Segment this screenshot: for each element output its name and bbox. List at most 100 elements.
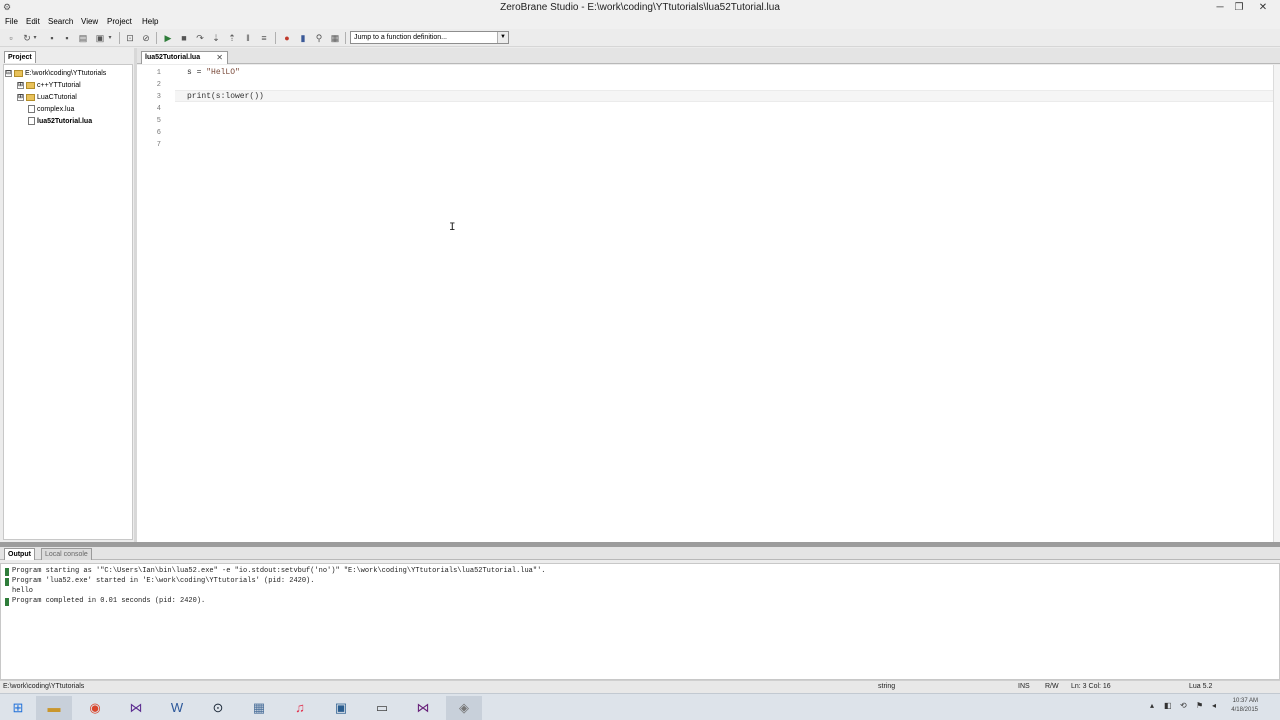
tray-arrow-icon[interactable]: ▴ bbox=[1150, 701, 1154, 710]
tree-item-lua52-tutorial[interactable]: lua52Tutorial.lua bbox=[28, 116, 92, 127]
expand-icon[interactable]: ⊞ bbox=[17, 93, 24, 101]
status-read-write: R/W bbox=[1045, 683, 1059, 690]
tree-item-label: complex.lua bbox=[37, 106, 75, 113]
bookmark-icon[interactable]: ▮ bbox=[297, 32, 309, 44]
menu-edit[interactable]: Edit bbox=[26, 17, 40, 26]
break-icon[interactable]: ‖ bbox=[242, 32, 254, 44]
close-button[interactable]: ✕ bbox=[1251, 0, 1275, 15]
toolbar-separator bbox=[119, 32, 120, 44]
close-icon[interactable]: ✕ bbox=[216, 52, 223, 64]
collapse-icon[interactable]: ⊟ bbox=[5, 69, 12, 77]
output-marker-icon bbox=[5, 598, 9, 606]
folder-icon bbox=[26, 81, 35, 89]
tab-output[interactable]: Output bbox=[4, 548, 35, 560]
restore-button[interactable]: ❐ bbox=[1227, 0, 1251, 15]
tree-item-label: lua52Tutorial.lua bbox=[37, 118, 93, 125]
zerobrane-icon[interactable]: ◈ bbox=[446, 696, 482, 720]
folder-icon bbox=[14, 69, 23, 77]
replace-icon[interactable]: ⊘ bbox=[140, 32, 152, 44]
line-number-gutter: 1 2 3 4 5 6 7 bbox=[137, 65, 175, 542]
visual-studio-2-icon[interactable]: ⋈ bbox=[405, 696, 441, 720]
tree-item-complex-lua[interactable]: complex.lua bbox=[28, 104, 74, 115]
status-interpreter: Lua 5.2 bbox=[1189, 683, 1213, 690]
editor-area: lua52Tutorial.lua ✕ 1 2 3 4 5 6 7 s = "H… bbox=[137, 48, 1280, 542]
chevron-down-icon[interactable]: ▼ bbox=[497, 32, 508, 43]
status-insert-mode: INS bbox=[1018, 683, 1030, 690]
file-icon bbox=[28, 105, 35, 114]
expand-icon[interactable]: ⊞ bbox=[17, 81, 24, 89]
chevron-down-icon[interactable]: ▾ bbox=[31, 32, 39, 44]
chrome-icon[interactable]: ◉ bbox=[77, 696, 113, 720]
system-clock[interactable]: 10:37 AM 4/18/2015 bbox=[1231, 697, 1258, 715]
windows-taskbar: ⊞ ▬ ◉ ⋈ W ⊙ ▦ ♫ ▣ ▭ ⋈ ◈ ▴ ◧ ⟲ ⚑ ◂ 10:37 … bbox=[0, 693, 1280, 720]
chevron-down-icon[interactable]: ▾ bbox=[106, 32, 114, 44]
code-operator: = bbox=[191, 68, 207, 77]
line-number: 3 bbox=[156, 93, 161, 101]
tab-local-console[interactable]: Local console bbox=[41, 548, 92, 560]
bottom-panel: Output Local console Program starting as… bbox=[0, 547, 1280, 680]
output-line: hello bbox=[12, 587, 34, 595]
output-marker-icon bbox=[5, 568, 9, 576]
save-icon[interactable]: ▪ bbox=[46, 32, 58, 44]
current-line-highlight bbox=[175, 90, 1280, 102]
stack-window-icon[interactable]: ▦ bbox=[329, 32, 341, 44]
tray-sync-icon[interactable]: ⟲ bbox=[1180, 701, 1187, 710]
line-number: 1 bbox=[156, 69, 161, 77]
menu-help[interactable]: Help bbox=[142, 17, 158, 26]
function-jump-select[interactable]: Jump to a function definition... ▼ bbox=[350, 31, 509, 44]
editor-scrollbar[interactable] bbox=[1273, 65, 1280, 542]
stack-icon[interactable]: ≡ bbox=[258, 32, 270, 44]
code-line-3: print(s:lower()) bbox=[187, 92, 264, 101]
watch-icon[interactable]: ⚲ bbox=[313, 32, 325, 44]
remote-desktop-icon[interactable]: ▣ bbox=[323, 696, 359, 720]
windows-start-icon[interactable]: ⊞ bbox=[0, 696, 36, 720]
function-jump-placeholder: Jump to a function definition... bbox=[354, 34, 447, 41]
code-editor[interactable]: 1 2 3 4 5 6 7 s = "HelLO" print(s:lower(… bbox=[137, 65, 1280, 542]
menu-view[interactable]: View bbox=[81, 17, 98, 26]
run-icon[interactable]: ▶ bbox=[162, 32, 174, 44]
output-console[interactable]: Program starting as '"C:\Users\Ian\bin\l… bbox=[0, 563, 1280, 680]
tray-flag-icon[interactable]: ⚑ bbox=[1196, 701, 1203, 710]
visual-studio-icon[interactable]: ⋈ bbox=[118, 696, 154, 720]
status-bar: E:\work\coding\YTtutorials string INS R/… bbox=[0, 680, 1280, 693]
clock-date: 4/18/2015 bbox=[1231, 707, 1258, 713]
save-all-icon[interactable]: ▪ bbox=[61, 32, 73, 44]
tab-lua52-tutorial[interactable]: lua52Tutorial.lua ✕ bbox=[141, 51, 228, 64]
code-line-1: s = "HelLO" bbox=[187, 68, 240, 77]
menu-project[interactable]: Project bbox=[107, 17, 132, 26]
tab-project[interactable]: Project bbox=[4, 51, 36, 63]
window-title: ZeroBrane Studio - E:\work\coding\YTtuto… bbox=[500, 2, 780, 13]
tree-item-label: E:\work\coding\YTtutorials bbox=[25, 70, 107, 77]
tray-volume-icon[interactable]: ◂ bbox=[1212, 701, 1216, 710]
text-cursor-icon: I bbox=[449, 222, 456, 234]
editor-tab-label: lua52Tutorial.lua bbox=[145, 54, 201, 61]
output-marker-icon bbox=[5, 578, 9, 586]
project-tree: ⊟ E:\work\coding\YTtutorials ⊞ c++YTTutori… bbox=[3, 64, 133, 540]
status-token-type: string bbox=[878, 683, 896, 690]
step-over-icon[interactable]: ↷ bbox=[194, 32, 206, 44]
find-in-files-icon[interactable]: ⊡ bbox=[124, 32, 136, 44]
tree-item-root[interactable]: ⊟ E:\work\coding\YTtutorials bbox=[5, 68, 106, 79]
itunes-icon[interactable]: ♫ bbox=[282, 696, 318, 720]
toolbar-separator bbox=[275, 32, 276, 44]
menu-file[interactable]: File bbox=[5, 17, 18, 26]
menu-search[interactable]: Search bbox=[48, 17, 73, 26]
tray-network-icon[interactable]: ◧ bbox=[1164, 701, 1172, 710]
step-into-icon[interactable]: ⇣ bbox=[210, 32, 222, 44]
code-string: "HelLO" bbox=[206, 68, 240, 77]
new-file-icon[interactable]: ▫ bbox=[5, 32, 17, 44]
media-app-icon[interactable]: ▭ bbox=[364, 696, 400, 720]
tree-item-cpp-tutorial[interactable]: ⊞ c++YTTutorial bbox=[17, 80, 81, 91]
find-icon[interactable]: ▣ bbox=[94, 32, 106, 44]
tree-item-luac-tutorial[interactable]: ⊞ LuaCTutorial bbox=[17, 92, 77, 103]
stop-icon[interactable]: ■ bbox=[178, 32, 190, 44]
calculator-icon[interactable]: ▦ bbox=[241, 696, 277, 720]
file-explorer-icon[interactable]: ▬ bbox=[36, 696, 72, 720]
word-icon[interactable]: W bbox=[159, 696, 195, 720]
toggle-breakpoint-icon[interactable]: ● bbox=[281, 32, 293, 44]
status-position: Ln: 3 Col: 16 bbox=[1071, 683, 1111, 690]
step-out-icon[interactable]: ⇡ bbox=[226, 32, 238, 44]
menu-bar: File Edit Search View Project Help bbox=[0, 15, 1280, 29]
project-directory-icon[interactable]: ▤ bbox=[77, 32, 89, 44]
steam-icon[interactable]: ⊙ bbox=[200, 696, 236, 720]
